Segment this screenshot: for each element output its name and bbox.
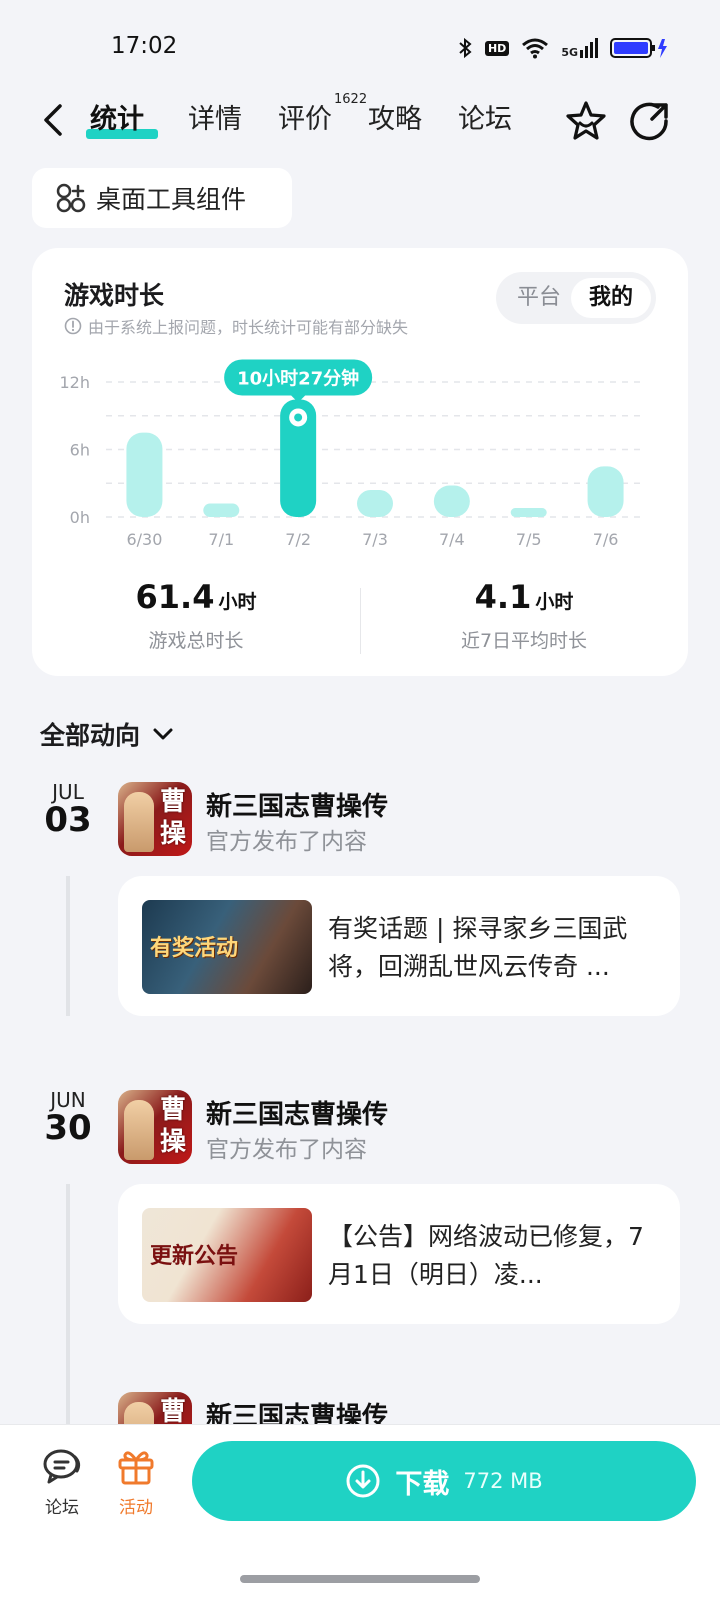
thumb-caption: 有奖活动 [150, 935, 239, 961]
chart-bar [510, 508, 547, 517]
game-name[interactable]: 新三国志曹操传 [206, 786, 388, 823]
y-tick-label: 12h [60, 373, 91, 392]
review-count-badge: 1622 [334, 92, 368, 107]
chart-bar [203, 503, 240, 517]
gift-icon [118, 1451, 154, 1485]
bluetooth-icon [459, 37, 472, 59]
share-icon[interactable] [628, 99, 672, 143]
activity-label: 活动 [119, 1498, 153, 1518]
post-title: 【公告】网络波动已修复，7月1日（明日）凌... [328, 1222, 644, 1289]
entry-subtitle: 官方发布了内容 [206, 829, 367, 855]
total-time-value: 61.4 [135, 578, 215, 616]
chart-bar [433, 485, 470, 517]
highlight-marker-dot [294, 413, 303, 422]
network-type: 5G [561, 46, 578, 59]
info-icon [64, 317, 82, 335]
forum-label: 论坛 [45, 1498, 79, 1518]
total-time-stat: 61.4 小时 游戏总时长 [32, 578, 360, 653]
download-size: 772 MB [463, 1469, 543, 1493]
chart-bar [126, 432, 163, 517]
total-time-unit: 小时 [218, 591, 257, 613]
tab-details[interactable]: 详情 [188, 100, 242, 140]
x-tick-label: 7/5 [516, 530, 542, 549]
y-tick-label: 6h [70, 441, 90, 460]
post-thumbnail: 更新公告 [142, 1208, 312, 1302]
avg-time-stat: 4.1 小时 近7日平均时长 [360, 578, 688, 653]
star-icon[interactable] [564, 99, 608, 143]
game-name[interactable]: 新三国志曹操传 [206, 1094, 388, 1131]
avg-time-label: 近7日平均时长 [460, 630, 588, 652]
post-card[interactable]: 有奖活动 有奖话题 | 探寻家乡三国武将，回溯乱世风云传奇 ... [118, 876, 680, 1016]
chart-bar [587, 466, 624, 517]
battery-charging-icon [610, 38, 667, 58]
thumb-caption: 更新公告 [150, 1243, 239, 1269]
play-time-note-text: 由于系统上报问题，时长统计可能有部分缺失 [88, 318, 409, 337]
download-icon [346, 1464, 380, 1498]
download-label: 下载 [395, 1468, 450, 1500]
game-icon[interactable]: 曹 操 [118, 782, 192, 856]
x-tick-label: 6/30 [126, 530, 162, 549]
back-arrow-icon[interactable] [38, 100, 68, 140]
entry-day: 30 [44, 1108, 92, 1148]
chart-bar [357, 490, 393, 517]
tab-reviews[interactable]: 评价 [278, 100, 332, 140]
x-tick-label: 7/2 [285, 530, 311, 549]
tab-forum[interactable]: 论坛 [458, 100, 512, 140]
total-time-label: 游戏总时长 [148, 630, 244, 652]
x-tick-label: 7/6 [593, 530, 619, 549]
source-toggle: 平台 我的 [496, 272, 656, 324]
bottom-action-bar: 论坛 活动 下载 772 MB [0, 1424, 720, 1600]
wifi-icon [522, 38, 549, 59]
desktop-widget-label: 桌面工具组件 [96, 185, 247, 214]
play-time-note: 由于系统上报问题，时长统计可能有部分缺失 [64, 314, 408, 338]
status-bar: 17:02 HD 5G [0, 0, 720, 96]
game-icon[interactable]: 曹 操 [118, 1090, 192, 1164]
chat-bubble-icon [43, 1449, 81, 1484]
y-tick-label: 0h [70, 508, 90, 527]
timeline-line [66, 1184, 70, 1424]
download-button[interactable]: 下载 772 MB [192, 1441, 696, 1521]
avg-time-unit: 小时 [535, 591, 574, 613]
x-tick-label: 7/4 [439, 530, 465, 549]
play-time-card: 游戏时长 由于系统上报问题，时长统计可能有部分缺失 平台 我的 0h 6h 12h 6… [32, 248, 688, 676]
entry-day: 03 [44, 800, 92, 840]
post-thumbnail: 有奖活动 [142, 900, 312, 994]
play-time-title: 游戏时长 [64, 281, 165, 310]
activity-button[interactable]: 活动 [106, 1447, 166, 1518]
highlight-label: 10小时27分钟 [237, 367, 359, 389]
hd-icon: HD [484, 40, 510, 56]
play-time-chart: 0h 6h 12h 6/30 7/1 7/2 10小时27分钟 7/3 7/4 7/5 7/6 [60, 359, 644, 549]
timeline-line [66, 876, 70, 1016]
status-icons: HD 5G [457, 34, 668, 62]
post-title: 有奖话题 | 探寻家乡三国武将，回溯乱世风云传奇 ... [328, 914, 628, 981]
segment-platform[interactable]: 平台 [504, 278, 574, 318]
home-indicator [240, 1575, 480, 1583]
x-tick-label: 7/1 [208, 530, 234, 549]
x-tick-label: 7/3 [362, 530, 388, 549]
feed-filter-dropdown[interactable]: 全部动向 [40, 716, 174, 752]
signal-5g-icon: 5G [561, 38, 598, 58]
widget-grid-icon [56, 183, 86, 213]
segment-mine[interactable]: 我的 [571, 278, 651, 318]
chevron-down-icon [153, 728, 173, 740]
forum-button[interactable]: 论坛 [32, 1447, 92, 1518]
desktop-widget-button[interactable]: 桌面工具组件 [32, 168, 292, 228]
avg-time-value: 4.1 [474, 578, 532, 616]
status-time: 17:02 [111, 33, 178, 59]
tab-guides[interactable]: 攻略 [368, 100, 422, 140]
tab-stats[interactable]: 统计 [90, 100, 144, 140]
entry-subtitle: 官方发布了内容 [206, 1137, 367, 1163]
post-card[interactable]: 更新公告 【公告】网络波动已修复，7月1日（明日）凌... [118, 1184, 680, 1324]
feed-filter-label: 全部动向 [40, 721, 141, 750]
